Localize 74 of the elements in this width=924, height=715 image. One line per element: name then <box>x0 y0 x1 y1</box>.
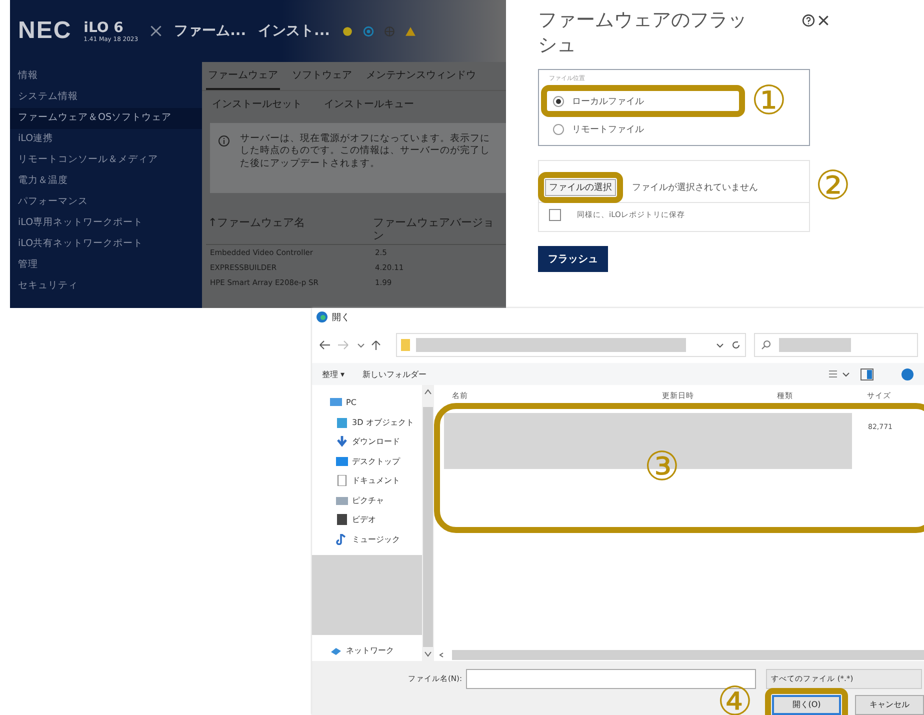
redacted-search <box>779 338 851 352</box>
download-icon <box>336 436 348 448</box>
browser-logo-icon <box>316 311 328 324</box>
open-button[interactable]: 開く(O) <box>772 694 842 715</box>
nav-pane-label: ダウンロード <box>352 436 400 448</box>
close-icon[interactable] <box>150 25 162 37</box>
nav-pane-item[interactable]: デスクトップ <box>330 452 422 472</box>
toolbar-button[interactable]: 新しいフォルダー <box>362 368 427 380</box>
help-icon[interactable] <box>802 14 815 26</box>
product-name: iLO 6 <box>84 20 124 36</box>
status-dot-icon[interactable] <box>342 26 353 36</box>
scroll-down-icon[interactable] <box>424 650 432 657</box>
step-number: ④ <box>717 682 753 715</box>
sidebar-item[interactable]: システム情報 <box>10 87 202 108</box>
search-icon <box>761 340 771 350</box>
nav-pane-label: ビデオ <box>352 514 376 526</box>
nav-pane-item[interactable]: PC <box>330 393 422 413</box>
folder-icon <box>401 338 410 352</box>
radio-label: リモートファイル <box>572 124 644 136</box>
cancel-button[interactable]: キャンセル <box>855 694 924 715</box>
nav-pane-item[interactable]: ピクチャ <box>330 490 422 510</box>
close-icon[interactable] <box>817 14 830 26</box>
scrollbar[interactable] <box>422 385 434 661</box>
nav-pane-label: ピクチャ <box>352 494 384 506</box>
network-icon <box>330 645 342 656</box>
breadcrumb-link[interactable]: ファーム... <box>174 22 246 40</box>
nav-pane-label: ミュージック <box>352 534 400 545</box>
sidebar-item[interactable]: パフォーマンス <box>10 192 202 213</box>
brand-logo: NEC <box>18 17 72 45</box>
search-field[interactable] <box>754 332 918 357</box>
nav-pane-item[interactable]: ネットワーク <box>330 641 422 661</box>
breadcrumb-link[interactable]: インスト... <box>258 22 330 40</box>
choose-file-button[interactable]: ファイルの選択 <box>545 179 616 196</box>
step-number: ③ <box>644 447 680 488</box>
checkbox[interactable] <box>549 209 561 222</box>
flash-button[interactable]: フラッシュ <box>538 246 608 272</box>
step-number: ① <box>751 81 787 122</box>
sidebar-item[interactable]: 電力＆温度 <box>10 171 202 192</box>
nav-pane-item[interactable]: ビデオ <box>330 510 422 530</box>
dialog-title: 開く <box>332 312 350 324</box>
nav-pane-label: デスクトップ <box>352 456 400 467</box>
document-icon <box>336 475 348 486</box>
sidebar-item[interactable]: iLO専用ネットワークポート <box>10 213 202 234</box>
music-note-icon <box>336 534 348 545</box>
refresh-icon[interactable] <box>731 340 741 350</box>
radio-button[interactable] <box>553 124 564 135</box>
scroll-left-icon[interactable] <box>438 652 446 658</box>
radio-button[interactable] <box>553 96 564 107</box>
scroll-up-icon[interactable] <box>424 389 432 396</box>
nav-pane-label: 3D オブジェクト <box>352 416 414 428</box>
nav-pane-label: ネットワーク <box>346 645 394 656</box>
help-icon[interactable] <box>901 368 914 381</box>
info-icon <box>218 135 230 147</box>
sidebar-item[interactable]: iLO共有ネットワークポート <box>10 234 202 255</box>
sidebar-item[interactable]: リモートコンソール＆メディア <box>10 150 202 171</box>
nav-pane-item[interactable]: ミュージック <box>330 530 422 550</box>
nav-pane-item[interactable]: ドキュメント <box>330 471 422 491</box>
sidebar-item[interactable]: 情報 <box>10 66 202 87</box>
sidebar-item[interactable]: ファームウェア＆OSソフトウェア <box>10 108 202 129</box>
nav-pane-label: ドキュメント <box>352 475 400 486</box>
notice-text: サーバーは、現在電源がオフになっています。表示フにした時点のものです。この情報は、サーバーのが完了した後にアップデートされます。 <box>240 133 491 171</box>
dialog-title: ファームウェアのフラッシュ <box>538 8 748 58</box>
nav-pane-label: PC <box>346 398 356 408</box>
sidebar-item[interactable]: セキュリティ <box>10 276 202 297</box>
radio-label: ローカルファイル <box>572 96 644 108</box>
step-number: ② <box>815 166 851 206</box>
nav-pane-item[interactable]: 3D オブジェクト <box>330 412 422 432</box>
file-status-text: ファイルが選択されていません <box>632 182 758 194</box>
nav-pane-item[interactable]: ダウンロード <box>330 432 422 452</box>
sidebar-item[interactable]: 管理 <box>10 255 202 276</box>
target-icon[interactable] <box>363 26 374 36</box>
toolbar-button[interactable]: 整理 ▾ <box>322 368 345 380</box>
warning-icon[interactable] <box>405 26 416 36</box>
sidebar-item[interactable]: iLO連携 <box>10 129 202 150</box>
